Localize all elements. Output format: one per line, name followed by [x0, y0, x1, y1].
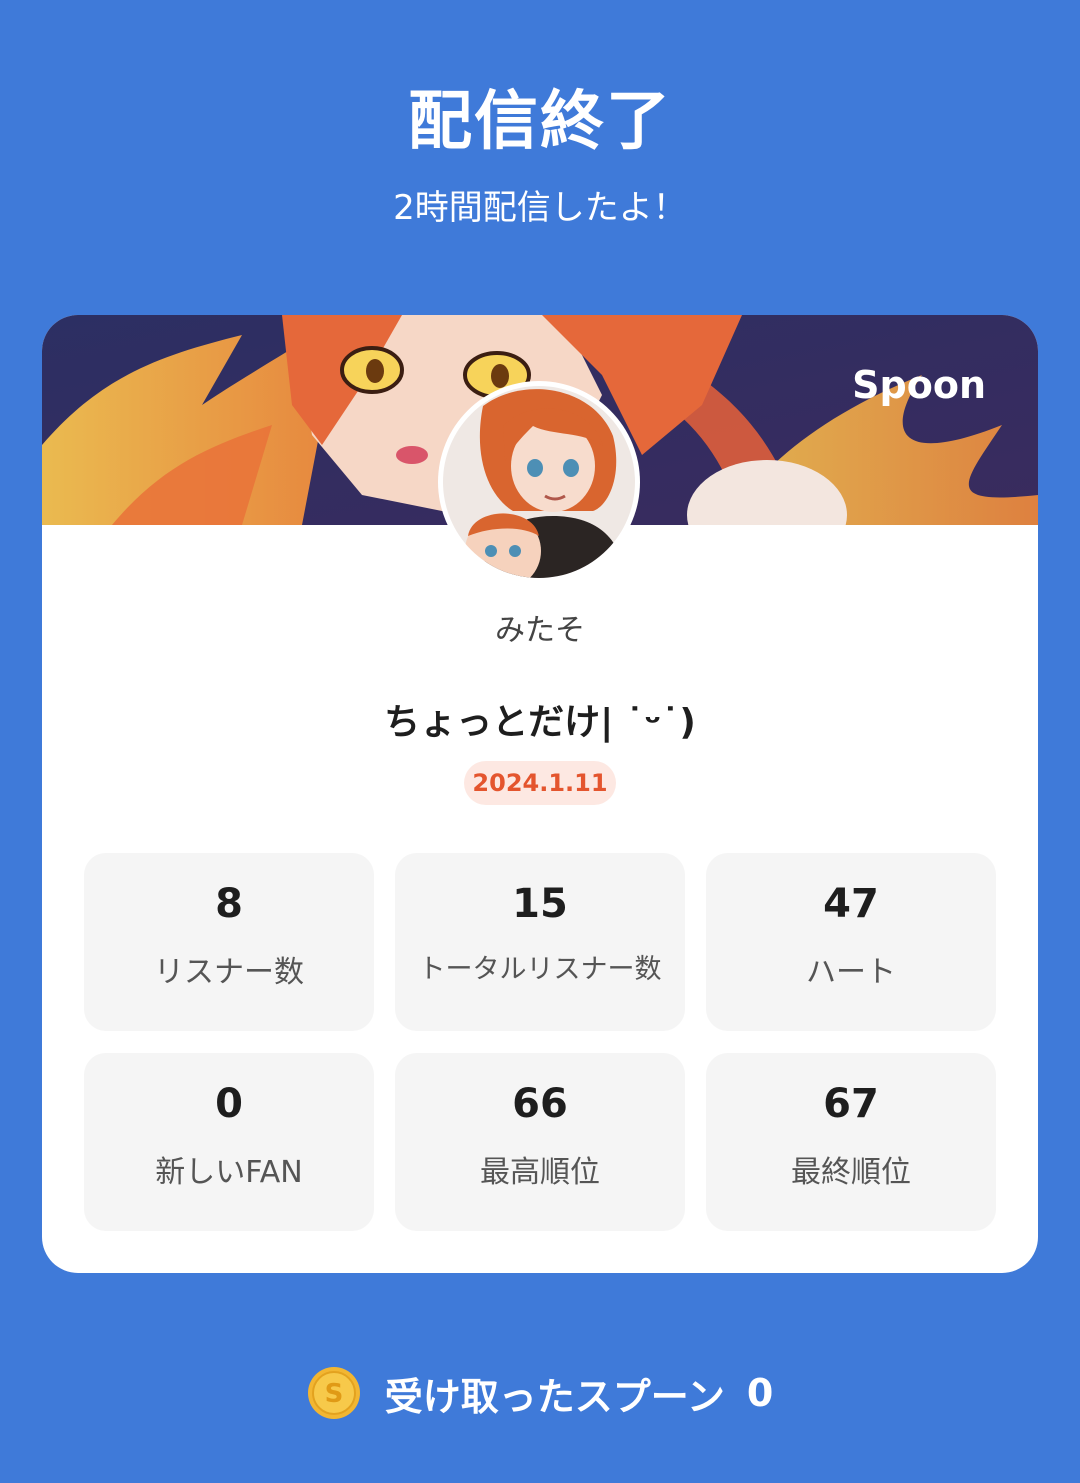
broadcast-end-screen: 配信終了 2時間配信したよ！ Spoon みたそ ちょっとだけ| ˙ᵕ˙) 20…: [0, 0, 1080, 1483]
stat-new-fans: 0 新しいFAN: [84, 1053, 374, 1231]
stat-highest-rank: 66 最高順位: [395, 1053, 685, 1231]
stat-label: 新しいFAN: [155, 1155, 303, 1190]
stat-value: 67: [823, 1081, 879, 1127]
username: みたそ: [495, 613, 585, 648]
stat-value: 66: [512, 1081, 568, 1127]
stat-final-rank: 67 最終順位: [706, 1053, 996, 1231]
received-spoons: S 受け取ったスプーン 0: [0, 1358, 1080, 1428]
page-title: 配信終了: [408, 85, 672, 159]
stat-total-listeners: 15 トータルリスナー数: [395, 853, 685, 1031]
received-spoons-count: 0: [746, 1371, 774, 1415]
spoon-logo: Spoon: [852, 363, 986, 407]
stat-label: 最終順位: [791, 1155, 911, 1190]
stat-value: 0: [215, 1081, 243, 1127]
stat-value: 15: [512, 881, 568, 927]
coin-letter: S: [324, 1379, 343, 1409]
stat-label: トータルリスナー数: [418, 954, 662, 985]
spoon-coin-icon: S: [307, 1367, 360, 1419]
stat-label: ハート: [806, 955, 896, 990]
stat-label: リスナー数: [154, 955, 304, 990]
stat-hearts: 47 ハート: [706, 853, 996, 1031]
stat-label: 最高順位: [480, 1155, 600, 1190]
received-spoons-label: 受け取ったスプーン: [384, 1374, 725, 1419]
date-badge: 2024.1.11: [464, 761, 616, 805]
stream-title: ちょっとだけ| ˙ᵕ˙): [384, 702, 696, 743]
page-subtitle: 2時間配信したよ！: [393, 188, 687, 228]
summary-card: Spoon みたそ ちょっとだけ| ˙ᵕ˙) 2024.1.11 8 リスナー数…: [42, 315, 1038, 1273]
stat-listeners: 8 リスナー数: [84, 853, 374, 1031]
stat-value: 47: [823, 881, 879, 927]
profile-avatar[interactable]: [438, 381, 640, 583]
stat-value: 8: [215, 881, 243, 927]
